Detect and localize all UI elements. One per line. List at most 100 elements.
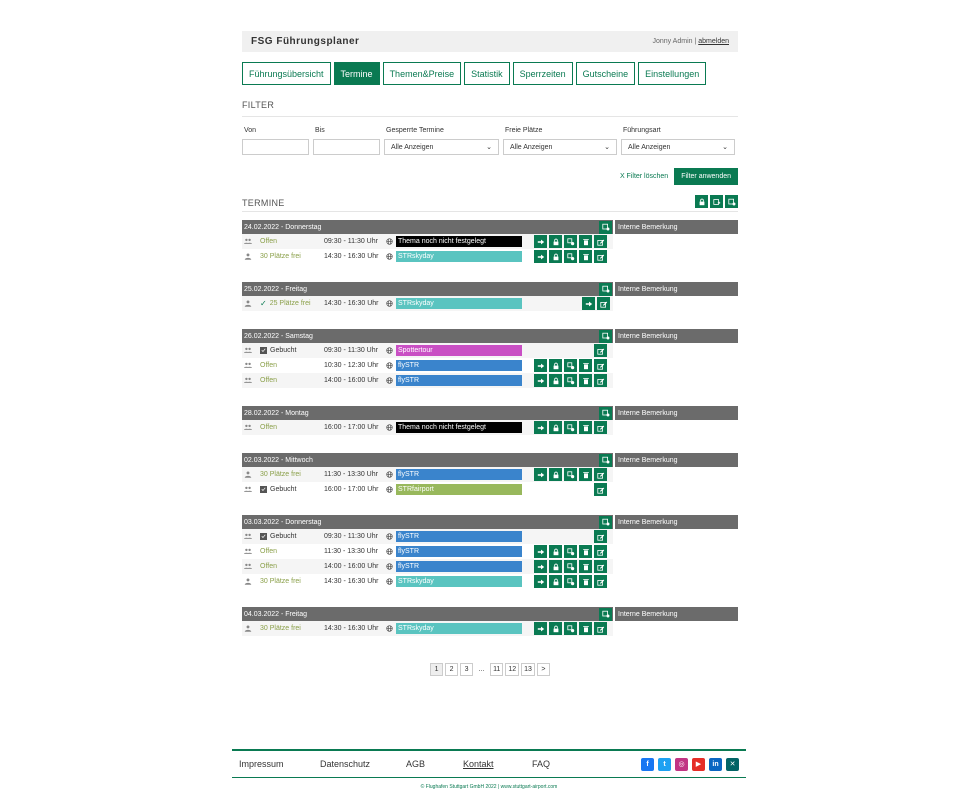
remark-cell[interactable] (613, 559, 738, 574)
facebook-icon[interactable]: f (641, 757, 654, 771)
remark-cell[interactable] (613, 234, 738, 249)
remark-cell[interactable] (613, 544, 738, 559)
settings-button[interactable] (564, 560, 577, 573)
details-button[interactable] (534, 545, 547, 558)
details-button[interactable] (534, 468, 547, 481)
details-button[interactable] (534, 575, 547, 588)
settings-termin-button[interactable] (725, 195, 738, 208)
settings-button[interactable] (564, 622, 577, 635)
page-button-12[interactable]: 12 (505, 663, 520, 676)
youtube-icon[interactable]: ▶ (692, 757, 705, 771)
edit-button[interactable] (594, 374, 607, 387)
delete-button[interactable] (579, 235, 592, 248)
edit-button[interactable] (594, 560, 607, 573)
tab-sperrzeiten[interactable]: Sperrzeiten (512, 62, 573, 85)
page-button-1[interactable]: 1 (430, 663, 444, 676)
delete-button[interactable] (579, 250, 592, 263)
lock-button[interactable] (549, 421, 562, 434)
page-button-11[interactable]: 11 (490, 663, 504, 676)
day-add-button[interactable] (599, 515, 612, 529)
settings-button[interactable] (564, 374, 577, 387)
remark-cell[interactable] (613, 343, 738, 358)
delete-button[interactable] (579, 622, 592, 635)
edit-button[interactable] (594, 530, 607, 543)
lock-button[interactable] (549, 622, 562, 635)
day-add-button[interactable] (599, 329, 612, 343)
tab-einstellungen[interactable]: Einstellungen (638, 62, 707, 85)
art-select[interactable]: Alle Anzeigen ⌄ (621, 139, 735, 155)
delete-button[interactable] (579, 359, 592, 372)
details-button[interactable] (534, 421, 547, 434)
edit-button[interactable] (594, 250, 607, 263)
footer-faq-link[interactable]: FAQ (532, 759, 550, 769)
remark-cell[interactable] (613, 296, 738, 311)
logout-link[interactable]: abmelden (698, 38, 729, 45)
day-add-button[interactable] (599, 406, 612, 420)
delete-button[interactable] (579, 575, 592, 588)
lock-button[interactable] (549, 575, 562, 588)
instagram-icon[interactable]: ◎ (675, 757, 688, 771)
footer-agb-link[interactable]: AGB (406, 759, 463, 769)
footer-impressum-link[interactable]: Impressum (239, 759, 320, 769)
delete-button[interactable] (579, 545, 592, 558)
lock-button[interactable] (549, 235, 562, 248)
freie-select[interactable]: Alle Anzeigen ⌄ (503, 139, 617, 155)
lock-button[interactable] (549, 560, 562, 573)
von-input[interactable] (242, 139, 309, 155)
page-button-3[interactable]: 3 (460, 663, 474, 676)
tab-themen-preise[interactable]: Themen&Preise (382, 62, 462, 85)
delete-button[interactable] (579, 374, 592, 387)
remark-cell[interactable] (613, 621, 738, 636)
edit-button[interactable] (594, 545, 607, 558)
details-button[interactable] (534, 250, 547, 263)
remark-cell[interactable] (613, 249, 738, 264)
settings-button[interactable] (564, 575, 577, 588)
page-button-2[interactable]: 2 (445, 663, 459, 676)
edit-button[interactable] (594, 575, 607, 588)
day-add-button[interactable] (599, 607, 612, 621)
settings-button[interactable] (564, 359, 577, 372)
details-button[interactable] (534, 622, 547, 635)
day-add-button[interactable] (599, 282, 612, 296)
footer-kontakt-link[interactable]: Kontakt (463, 759, 532, 769)
lock-button[interactable] (549, 468, 562, 481)
day-add-button[interactable] (599, 220, 612, 234)
edit-button[interactable] (594, 344, 607, 357)
settings-button[interactable] (564, 545, 577, 558)
details-button[interactable] (534, 359, 547, 372)
settings-button[interactable] (564, 250, 577, 263)
day-add-button[interactable] (599, 453, 612, 467)
edit-button[interactable] (594, 483, 607, 496)
xing-icon[interactable]: ✕ (726, 757, 739, 771)
settings-button[interactable] (564, 421, 577, 434)
apply-filter-button[interactable]: Filter anwenden (674, 168, 738, 185)
remark-cell[interactable] (613, 574, 738, 589)
remark-cell[interactable] (613, 529, 738, 544)
settings-button[interactable] (564, 468, 577, 481)
settings-button[interactable] (564, 235, 577, 248)
remark-cell[interactable] (613, 467, 738, 482)
tab-fuehrungsuebersicht[interactable]: Führungsübersicht (242, 62, 331, 85)
edit-button[interactable] (594, 468, 607, 481)
remark-cell[interactable] (613, 420, 738, 435)
lock-button[interactable] (549, 250, 562, 263)
lock-button[interactable] (549, 359, 562, 372)
linkedin-icon[interactable]: in (709, 757, 722, 771)
twitter-icon[interactable]: t (658, 757, 671, 771)
edit-button[interactable] (594, 421, 607, 434)
add-termin-button[interactable] (710, 195, 723, 208)
next-page-button[interactable]: > (536, 663, 550, 676)
details-button[interactable] (534, 235, 547, 248)
delete-button[interactable] (579, 468, 592, 481)
details-button[interactable] (534, 374, 547, 387)
tab-termine[interactable]: Termine (333, 62, 380, 85)
delete-button[interactable] (579, 560, 592, 573)
remark-cell[interactable] (613, 358, 738, 373)
lock-all-button[interactable] (695, 195, 708, 208)
delete-button[interactable] (579, 421, 592, 434)
edit-button[interactable] (594, 622, 607, 635)
remark-cell[interactable] (613, 373, 738, 388)
edit-button[interactable] (594, 235, 607, 248)
clear-filter-link[interactable]: X Filter löschen (620, 173, 668, 180)
details-button[interactable] (534, 560, 547, 573)
